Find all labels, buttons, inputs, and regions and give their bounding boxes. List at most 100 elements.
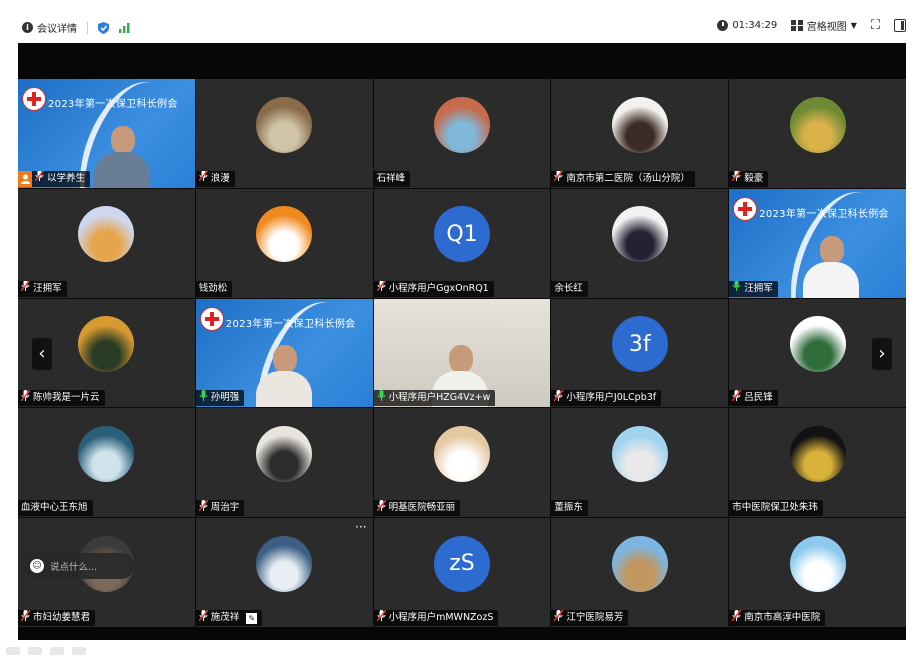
avatar-initials: zS	[433, 535, 490, 592]
view-mode-label: 宫格视图	[806, 22, 847, 33]
red-cross-logo-icon	[199, 306, 224, 331]
participant-tile[interactable]: 毅豪	[729, 79, 906, 188]
mic-muted-icon	[554, 170, 564, 187]
participant-tile[interactable]: 南京市第二医院（汤山分院）	[551, 79, 729, 188]
mic-muted-icon	[35, 170, 44, 187]
bottom-strip	[0, 645, 920, 660]
clock-icon	[717, 20, 729, 31]
participant-name: 市中医院保卫处朱玮	[732, 502, 818, 514]
participant-tile[interactable]: 余长红	[551, 188, 729, 298]
participant-name-tag: 吕民锋	[729, 390, 778, 407]
participant-name: 以学养生	[47, 172, 86, 184]
participant-name-tag: 周治宇	[195, 500, 245, 517]
participant-tile[interactable]: 董振东	[551, 408, 729, 518]
meeting-info-label: 会议详情	[37, 24, 77, 35]
mic-muted-icon	[21, 610, 30, 626]
person-figure	[255, 345, 312, 408]
mic-muted-icon	[198, 610, 208, 626]
next-page-button[interactable]: ›	[872, 338, 892, 370]
avatar	[256, 426, 313, 483]
participant-name: 市妇幼姜慧君	[33, 612, 91, 623]
mic-muted-icon	[732, 170, 742, 187]
avatar	[256, 96, 313, 153]
participant-name-tag: 董振东	[551, 500, 588, 517]
participant-name-tag: 石祥峰	[373, 170, 411, 187]
participant-tile[interactable]: 明基医院畅亚丽	[373, 408, 551, 518]
participant-tile[interactable]: 血液中心王东旭	[18, 408, 195, 518]
participant-name: 汪拥军	[744, 282, 773, 294]
participant-name: 小程序用户J0LCpb3f	[566, 392, 657, 404]
timer-value: 01:34:29	[732, 20, 778, 31]
avatar-initials: 3f	[611, 316, 668, 373]
participant-name-tag: 血液中心王东旭	[18, 500, 93, 517]
avatar	[789, 535, 846, 592]
shield-icon[interactable]	[98, 21, 109, 34]
participant-tile[interactable]: 施茂祥 ✎ ···	[195, 518, 373, 627]
participant-name: 石祥峰	[376, 172, 406, 184]
grid-view-icon	[791, 19, 803, 32]
avatar	[256, 206, 313, 263]
participant-tile[interactable]: 钱劲松	[195, 188, 373, 298]
person-figure	[803, 235, 860, 298]
participant-tile[interactable]: 小程序用户HZG4Vz+w	[373, 298, 551, 408]
more-options-icon[interactable]: ···	[355, 521, 366, 533]
participant-name-tag: 江宁医院易芳	[551, 610, 629, 626]
participant-tile[interactable]: 汪拥军	[18, 188, 195, 298]
participant-name: 陈帅我是一片云	[33, 392, 100, 404]
chat-input[interactable]: ☺ 说点什么...	[24, 553, 134, 579]
pencil-icon: ✎	[246, 612, 258, 624]
fullscreen-icon[interactable]: ⛶	[871, 18, 880, 33]
participant-name: 余长红	[554, 282, 583, 294]
participant-name-tag: 明基医院畅亚丽	[373, 500, 461, 517]
emoji-icon[interactable]: ☺	[30, 559, 44, 573]
mic-on-icon	[199, 390, 208, 406]
participant-tile[interactable]: 2023年第一次保卫科长例会 以学养生	[18, 79, 195, 188]
view-mode-dropdown[interactable]: 宫格视图 ▼	[791, 18, 857, 33]
participant-name-tag: 孙明强	[195, 390, 245, 407]
participant-name: 周治宇	[210, 502, 240, 514]
participant-tile[interactable]: 3f 小程序用户J0LCpb3f	[551, 298, 729, 408]
avatar	[256, 535, 313, 592]
prev-page-button[interactable]: ‹	[32, 338, 52, 370]
participant-name-tag: 小程序用户J0LCpb3f	[551, 390, 662, 407]
participant-name-tag: 小程序用户mMWNZozS	[373, 610, 499, 626]
participant-tile[interactable]: 石祥峰	[373, 79, 551, 188]
host-icon	[18, 170, 32, 187]
participant-name: 小程序用户HZG4Vz+w	[388, 392, 491, 404]
sidebar-toggle-icon[interactable]	[894, 19, 906, 32]
participant-name-tag: 陈帅我是一片云	[18, 390, 105, 407]
participant-tile[interactable]: 2023年第一次保卫科长例会 汪拥军	[729, 188, 906, 298]
participant-tile[interactable]: 浪漫	[195, 79, 373, 188]
participant-tile[interactable]: zS 小程序用户mMWNZozS	[373, 518, 551, 627]
participant-name-tag: 南京市第二医院（汤山分院）	[551, 170, 695, 187]
mic-muted-icon	[198, 500, 208, 516]
participant-name: 汪拥军	[33, 282, 62, 294]
participant-name: 江宁医院易芳	[566, 612, 624, 623]
avatar	[78, 206, 135, 263]
mic-muted-icon	[198, 170, 208, 187]
participant-name-tag: 市中医院保卫处朱玮	[729, 500, 823, 517]
participant-name: 毅豪	[744, 172, 764, 184]
participant-tile[interactable]: Q1 小程序用户GgxOnRQ1	[373, 188, 551, 298]
participant-name: 小程序用户GgxOnRQ1	[388, 282, 489, 294]
mic-on-icon	[377, 390, 386, 406]
participant-tile[interactable]: 市中医院保卫处朱玮	[729, 408, 906, 518]
avatar-initials: Q1	[433, 206, 490, 263]
participant-tile[interactable]: 周治宇	[195, 408, 373, 518]
avatar	[789, 316, 846, 373]
signal-icon[interactable]	[119, 22, 130, 33]
meeting-info-button[interactable]: i 会议详情	[22, 20, 77, 35]
mic-on-icon	[732, 280, 741, 297]
participant-name: 南京市高淳中医院	[744, 612, 821, 623]
participant-tile[interactable]: 南京市高淳中医院	[729, 518, 906, 627]
participant-name: 董振东	[554, 502, 583, 514]
participant-tile[interactable]: 2023年第一次保卫科长例会 孙明强	[195, 298, 373, 408]
participant-name: 血液中心王东旭	[21, 502, 88, 514]
participant-name: 施茂祥	[210, 612, 240, 623]
participant-name-tag: 汪拥军	[18, 280, 67, 297]
avatar	[433, 426, 490, 483]
meeting-timer: 01:34:29	[717, 20, 777, 31]
mic-muted-icon	[376, 280, 386, 297]
mic-muted-icon	[376, 610, 386, 626]
participant-tile[interactable]: 江宁医院易芳	[551, 518, 729, 627]
